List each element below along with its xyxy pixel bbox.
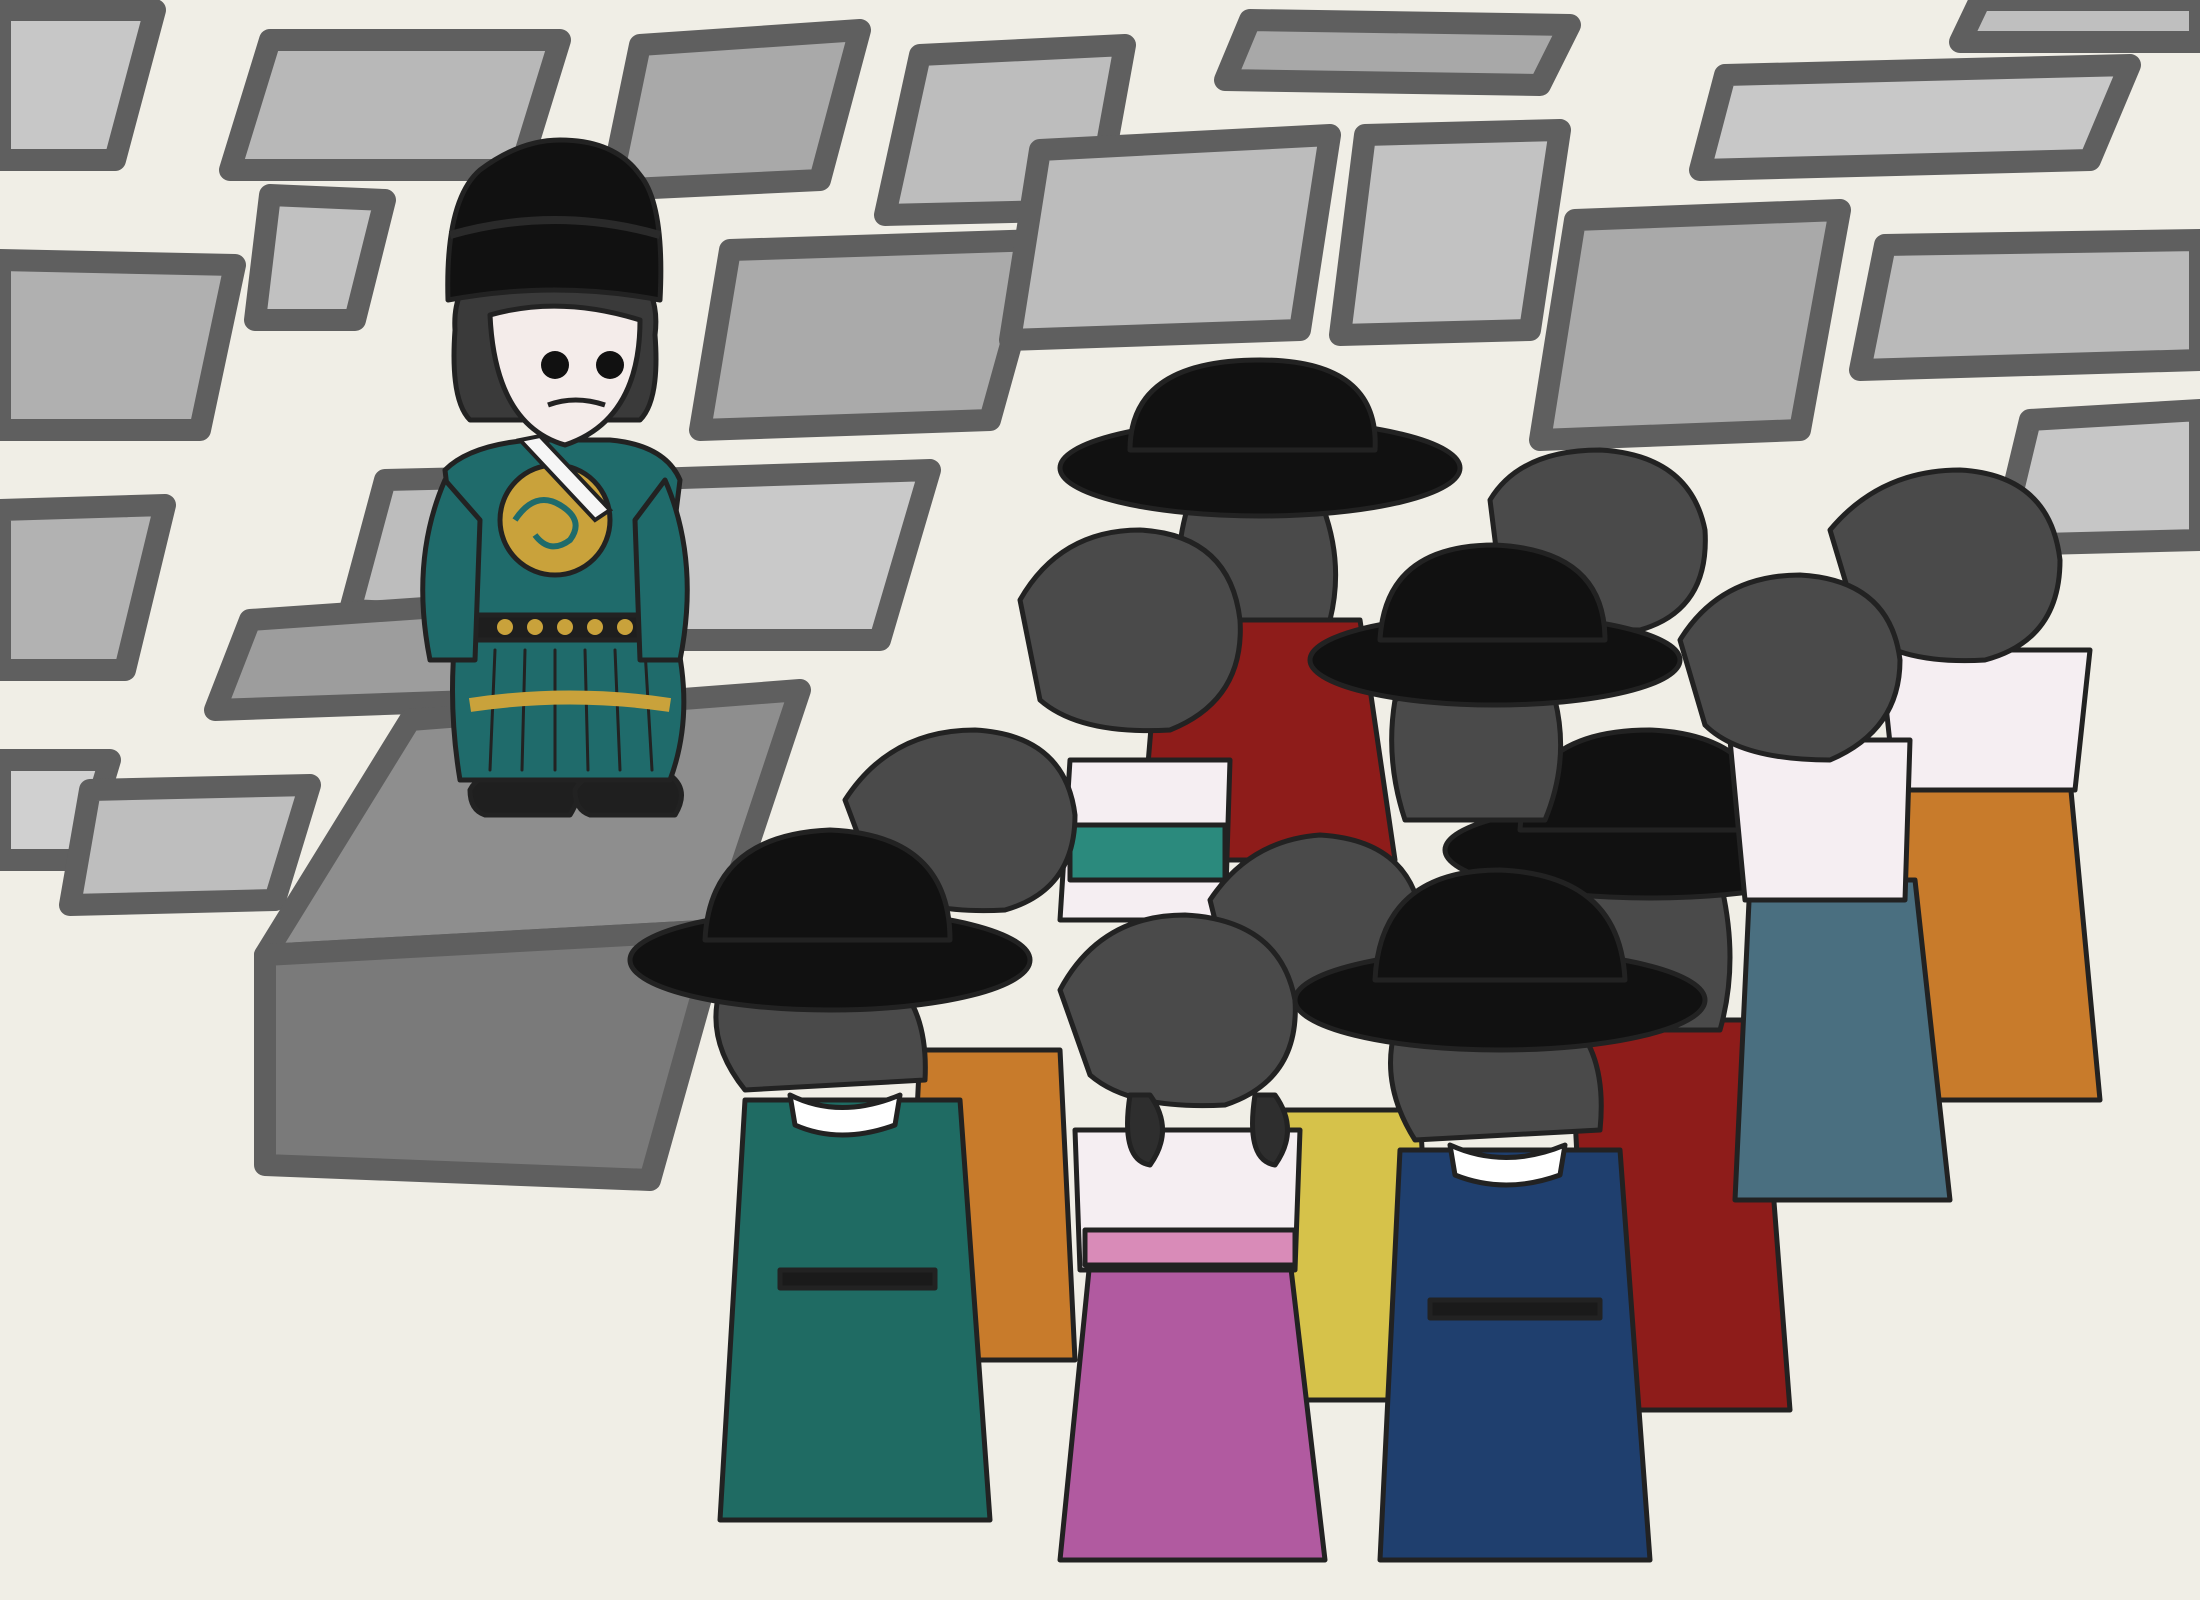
villager-belt — [1427, 1297, 1603, 1321]
paving-stone — [689, 229, 1051, 441]
villager-girl-lilac-front — [1057, 912, 1328, 1563]
paving-stone — [1689, 54, 2141, 181]
paving-stone — [1849, 229, 2200, 381]
paving-stone — [1529, 199, 1851, 451]
villager-hair — [1057, 912, 1298, 1109]
eye — [596, 351, 624, 379]
villager-waistband — [1082, 1227, 1298, 1268]
villager-teal-waistband — [1067, 822, 1228, 883]
paving-stone — [244, 184, 396, 331]
villager-blouse — [1727, 737, 1913, 903]
paving-stone — [1329, 119, 1571, 346]
belt-stud — [557, 619, 573, 635]
game-scene — [0, 0, 2200, 1600]
paving-stone — [0, 494, 176, 681]
paving-stone — [0, 0, 166, 171]
official-gold-band — [468, 690, 672, 712]
paving-stone — [1949, 0, 2200, 53]
belt-stud — [587, 619, 603, 635]
villager-hair-loop — [1125, 1092, 1165, 1168]
villager-belt — [777, 1267, 938, 1291]
paving-stone — [59, 774, 321, 916]
villager-slate-skirt — [1732, 877, 1953, 1203]
belt-stud — [497, 619, 513, 635]
official-character — [420, 137, 690, 818]
eye — [541, 351, 569, 379]
paving-stone — [1214, 9, 1581, 96]
belt-stud — [617, 619, 633, 635]
paving-stone — [999, 124, 1341, 351]
belt-stud — [527, 619, 543, 635]
villager-hair — [1017, 527, 1243, 734]
villager-lilac-skirt — [1057, 1257, 1328, 1563]
paving-stone — [599, 19, 871, 201]
paving-stone — [0, 249, 246, 441]
villager-navy-robe — [1377, 1147, 1653, 1563]
villager-teal-robe — [717, 1097, 993, 1523]
villager-hair — [1677, 572, 1903, 763]
villager-hair-loop — [1250, 1092, 1290, 1168]
